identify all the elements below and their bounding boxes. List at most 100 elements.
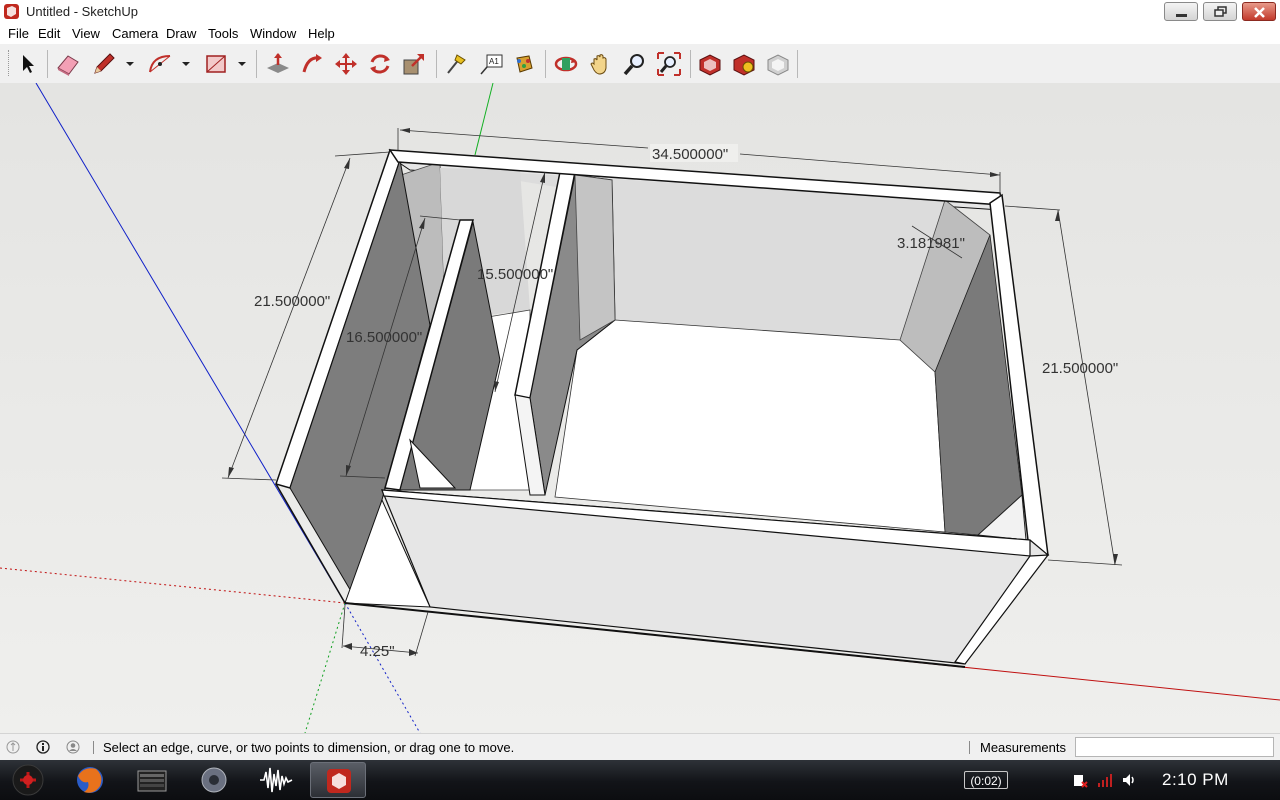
- menu-help[interactable]: Help: [308, 26, 335, 41]
- recording-timer[interactable]: (0:02): [964, 771, 1008, 789]
- move-tool-button[interactable]: [332, 50, 360, 78]
- dimension-inner-height[interactable]: 16.500000": [346, 329, 422, 346]
- start-orb-icon: [12, 764, 44, 796]
- pan-tool-button[interactable]: [587, 50, 615, 78]
- restore-button[interactable]: [1203, 2, 1237, 21]
- share-component-button[interactable]: [764, 50, 792, 78]
- taskbar-audio-editor[interactable]: [248, 762, 304, 798]
- start-button[interactable]: [0, 762, 56, 798]
- arc-icon: [149, 55, 171, 73]
- taskbar-firefox[interactable]: [62, 762, 118, 798]
- menu-window[interactable]: Window: [250, 26, 296, 41]
- get-models-icon: [699, 54, 721, 76]
- shapes-dropdown-arrow-icon[interactable]: [236, 58, 248, 70]
- taskbar-audio-app[interactable]: [186, 762, 242, 798]
- dimension-right-height[interactable]: 21.500000": [1042, 360, 1118, 377]
- status-separator: [969, 741, 970, 754]
- scale-icon: [403, 54, 424, 75]
- scale-tool-button[interactable]: [400, 50, 428, 78]
- menu-draw[interactable]: Draw: [166, 26, 196, 41]
- arc-tool-button[interactable]: [146, 50, 174, 78]
- speaker-app-icon: [201, 767, 227, 793]
- network-signal-icon[interactable]: [1097, 772, 1113, 788]
- shapes-tool-button[interactable]: [202, 50, 230, 78]
- pencil-icon: [94, 53, 115, 74]
- status-separator: [93, 741, 94, 754]
- share-model-button[interactable]: [730, 50, 758, 78]
- taskbar-explorer[interactable]: [124, 762, 180, 798]
- orbit-icon: [554, 56, 578, 72]
- text-label-icon: A1: [480, 54, 503, 75]
- toolbar-separator: [797, 50, 798, 78]
- toolbar-separator: [436, 50, 437, 78]
- menu-file[interactable]: File: [8, 26, 29, 41]
- waveform-icon: [260, 767, 293, 793]
- select-tool-button[interactable]: [14, 50, 42, 78]
- sketchup-taskbar-icon: [327, 769, 351, 793]
- arc-dropdown-arrow-icon[interactable]: [180, 58, 192, 70]
- window-title: Untitled - SketchUp: [26, 4, 138, 19]
- toolbar-separator: [545, 50, 546, 78]
- menu-tools[interactable]: Tools: [208, 26, 238, 41]
- push-pull-icon: [267, 53, 289, 73]
- push-pull-tool-button[interactable]: [264, 50, 292, 78]
- svg-text:A1: A1: [489, 57, 499, 66]
- pencil-tool-button[interactable]: [90, 50, 118, 78]
- toolbar-separator: [256, 50, 257, 78]
- dimension-corner-brace[interactable]: 3.181981": [897, 235, 965, 252]
- dimension-top-width[interactable]: 34.500000": [652, 146, 728, 163]
- eraser-tool-button[interactable]: [54, 50, 82, 78]
- tape-measure-icon: [447, 54, 466, 74]
- menu-bar: File Edit View Camera Draw Tools Window …: [0, 24, 1280, 44]
- volume-icon[interactable]: [1121, 772, 1137, 788]
- restore-icon: [1214, 6, 1227, 17]
- toolbar-separator: [47, 50, 48, 78]
- status-bar: Select an edge, curve, or two points to …: [0, 733, 1280, 761]
- user-account-icon[interactable]: [66, 740, 80, 754]
- toolbar-separator: [690, 50, 691, 78]
- zoom-extents-tool-button[interactable]: [655, 50, 683, 78]
- model-canvas[interactable]: 34.500000" 21.500000" 21.500000" 16.5000…: [0, 83, 1280, 733]
- credits-info-icon[interactable]: [36, 740, 50, 754]
- system-clock[interactable]: 2:10 PM: [1162, 770, 1229, 790]
- firefox-icon: [77, 767, 103, 793]
- orbit-tool-button[interactable]: [552, 50, 580, 78]
- move-arrows-icon: [335, 53, 357, 75]
- battery-warning-icon[interactable]: [1072, 772, 1088, 788]
- sketchup-app-icon: [4, 4, 19, 19]
- text-tool-button[interactable]: A1: [477, 50, 505, 78]
- measurements-label: Measurements: [980, 740, 1066, 755]
- dimension-divider-height[interactable]: 15.500000": [477, 266, 553, 283]
- menu-edit[interactable]: Edit: [38, 26, 60, 41]
- pan-hand-icon: [590, 54, 607, 75]
- speaker-box-model[interactable]: [275, 148, 1050, 668]
- taskbar-sketchup[interactable]: [310, 762, 366, 798]
- toolbar-grip[interactable]: [8, 50, 12, 76]
- dimension-left-height[interactable]: 21.500000": [254, 293, 330, 310]
- follow-me-icon: [302, 54, 322, 73]
- close-icon: [1254, 7, 1265, 18]
- paint-bucket-icon: [516, 55, 533, 73]
- geo-location-icon[interactable]: [6, 740, 20, 754]
- follow-me-tool-button[interactable]: [298, 50, 326, 78]
- share-component-icon: [767, 54, 789, 76]
- window-manager-icon: [137, 770, 167, 792]
- rotate-tool-button[interactable]: [366, 50, 394, 78]
- minimize-button[interactable]: [1164, 2, 1198, 21]
- get-models-button[interactable]: [696, 50, 724, 78]
- minimize-icon: [1176, 14, 1187, 17]
- rectangle-icon: [206, 55, 226, 73]
- drawing-viewport[interactable]: 34.500000" 21.500000" 21.500000" 16.5000…: [0, 83, 1280, 733]
- dimension-panel-thickness[interactable]: 4.25": [360, 643, 395, 660]
- close-button[interactable]: [1242, 2, 1276, 21]
- zoom-tool-button[interactable]: [621, 50, 649, 78]
- menu-view[interactable]: View: [72, 26, 100, 41]
- large-toolset-toolbar: A1: [0, 44, 1280, 84]
- paint-bucket-tool-button[interactable]: [509, 50, 537, 78]
- menu-camera[interactable]: Camera: [112, 26, 158, 41]
- zoom-extents-icon: [657, 52, 681, 76]
- rotate-icon: [370, 54, 390, 74]
- tape-measure-tool-button[interactable]: [443, 50, 471, 78]
- pencil-dropdown-arrow-icon[interactable]: [124, 58, 136, 70]
- measurements-input[interactable]: [1075, 737, 1274, 757]
